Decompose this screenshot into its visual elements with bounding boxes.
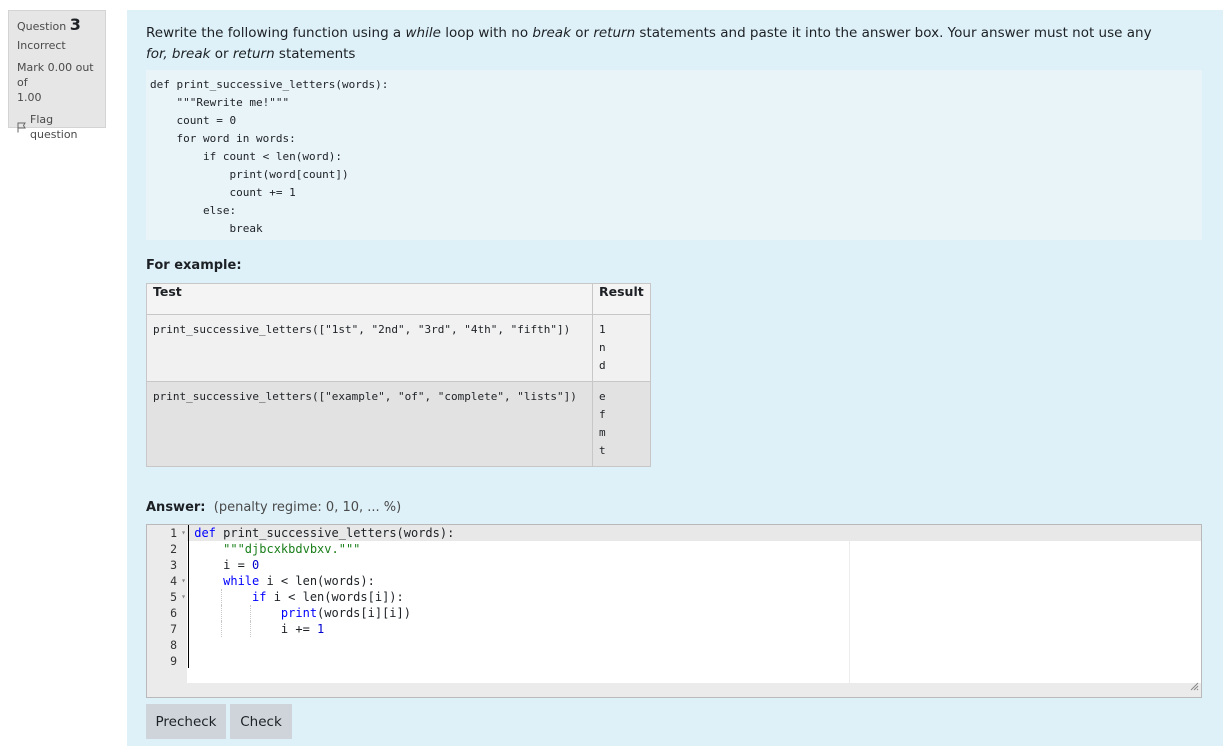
precheck-button[interactable]: Precheck xyxy=(146,704,226,739)
test-cell: print_successive_letters(["1st", "2nd", … xyxy=(146,314,593,382)
check-button[interactable]: Check xyxy=(230,704,292,739)
table-row: print_successive_letters(["example", "of… xyxy=(146,381,651,467)
code-line: if i < len(words[i]): xyxy=(187,589,1201,605)
flag-question-button[interactable]: Flag question xyxy=(17,112,97,142)
horizontal-scrollbar[interactable] xyxy=(187,683,1201,697)
fold-arrow-icon[interactable]: ▾ xyxy=(181,525,186,541)
code-line: print(words[i][i]) xyxy=(187,605,1201,621)
code-line: """djbcxkbdvbxv.""" xyxy=(223,542,361,556)
question-text: Rewrite the following function using a w… xyxy=(146,25,1152,62)
fold-arrow-icon[interactable]: ▾ xyxy=(181,589,186,605)
code-line: def print_successive_letters(words): xyxy=(187,525,1201,541)
column-header-result: Result xyxy=(592,283,651,315)
examples-table: Test Result print_successive_letters(["1… xyxy=(146,283,651,467)
table-row: print_successive_letters(["1st", "2nd", … xyxy=(146,314,651,382)
code-line: while i < len(words): xyxy=(223,574,375,588)
editor-text-area[interactable]: def print_successive_letters(words): """… xyxy=(187,525,1201,697)
line-number-gutter: 1 ▾ 2 3 4 ▾ 5 ▾ 6 7 8 9 xyxy=(147,525,187,697)
result-cell: 1 n d xyxy=(592,314,651,382)
answer-label: Answer: (penalty regime: 0, 10, ... %) xyxy=(146,500,402,515)
answer-code-editor[interactable]: 1 ▾ 2 3 4 ▾ 5 ▾ 6 7 8 9 def print_successiv… xyxy=(146,524,1202,698)
fold-arrow-icon[interactable]: ▾ xyxy=(181,573,186,589)
resize-handle-icon[interactable] xyxy=(1189,676,1199,695)
text-cursor xyxy=(188,525,189,668)
code-sample: def print_successive_letters(words): """… xyxy=(146,70,1202,240)
test-cell: print_successive_letters(["example", "of… xyxy=(146,381,593,467)
question-number: Question 3 xyxy=(17,15,81,34)
column-header-test: Test xyxy=(146,283,593,315)
code-line: i = 0 xyxy=(187,558,260,572)
question-info-panel: Question 3 Incorrect Mark 0.00 out of 1.… xyxy=(8,10,106,141)
question-content: Rewrite the following function using a w… xyxy=(127,10,1223,746)
question-grade: Mark 0.00 out of 1.00 xyxy=(17,61,94,104)
question-state: Incorrect xyxy=(17,39,66,52)
code-line: i += 1 xyxy=(187,621,325,637)
flag-icon xyxy=(17,122,27,133)
result-cell: e f m t xyxy=(592,381,651,467)
examples-heading: For example: xyxy=(146,258,242,273)
